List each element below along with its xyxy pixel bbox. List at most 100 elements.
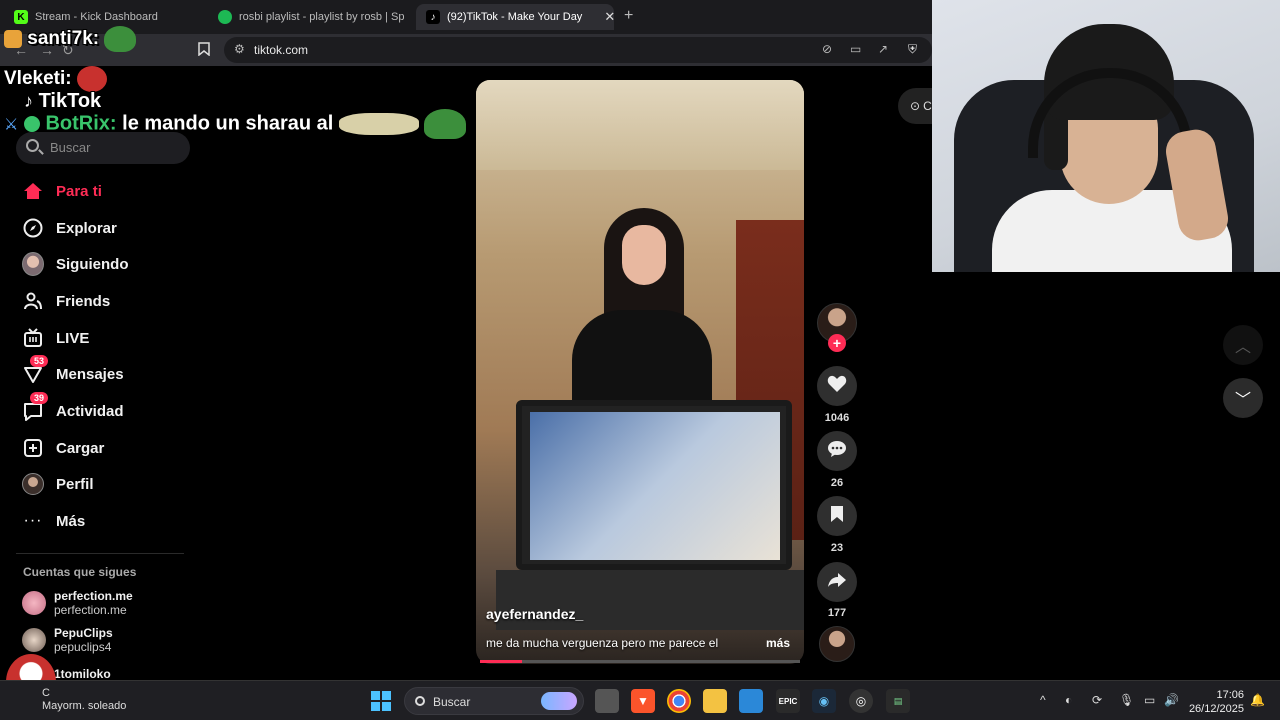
heart-icon [827, 375, 847, 398]
save-count: 23 [830, 542, 844, 554]
like-count: 1046 [824, 412, 850, 424]
search-icon [26, 139, 39, 152]
activity-badge: 39 [30, 392, 49, 404]
file-explorer-icon[interactable] [703, 689, 727, 713]
account-avatar [22, 591, 46, 615]
share-icon[interactable]: ↗ [878, 42, 888, 56]
next-video-button[interactable]: ﹀ [1223, 378, 1263, 418]
steam-icon[interactable]: ◉ [812, 689, 836, 713]
account-name: PepuClips [54, 626, 113, 640]
compass-icon [22, 217, 44, 239]
tab-title: rosbi playlist - playlist by rosb | Spot [239, 11, 404, 23]
tab-title: Stream - Kick Dashboard [35, 11, 158, 23]
brave-shield-icon[interactable]: ⛨ [908, 42, 917, 57]
discord-tray-icon[interactable]: ◐ [1065, 693, 1072, 707]
video-more-link[interactable]: más [766, 636, 790, 650]
video-player[interactable] [476, 80, 804, 664]
nav-perfil[interactable]: Perfil [22, 469, 94, 499]
browser-toolbar: ← → ↻ ⚙ tiktok.com ⊘ ▭ ↗ ⛨ [0, 34, 932, 66]
search-icon [415, 696, 425, 706]
sync-tray-icon[interactable]: ⟳ [1092, 693, 1102, 707]
microsoft-store-icon[interactable] [739, 689, 763, 713]
microphone-icon[interactable]: 🎙 [1119, 693, 1134, 707]
share-button[interactable] [817, 562, 857, 602]
screen: K Stream - Kick Dashboard rosbi playlist… [0, 0, 1280, 720]
video-person-face [622, 225, 666, 285]
notification-bell-icon[interactable]: 🔔 [1250, 693, 1265, 707]
nav-para-ti[interactable]: Para ti [22, 176, 102, 206]
search-highlight-icon [541, 692, 577, 710]
chat-user: Vleketi: [4, 68, 72, 90]
save-button[interactable] [817, 496, 857, 536]
coin-icon: ⊙ [910, 99, 921, 113]
share-arrow-icon [827, 572, 847, 593]
more-dots-icon: ··· [23, 512, 43, 529]
epic-games-icon[interactable]: EPIC [776, 689, 800, 713]
upload-icon [22, 437, 44, 459]
nav-mas[interactable]: ··· Más [22, 506, 86, 536]
follow-plus-button[interactable]: + [828, 334, 846, 352]
bookmark-icon[interactable] [198, 42, 210, 59]
tiktok-note-icon: ♪ [24, 91, 33, 111]
chat-line-1: santi7k: [4, 26, 137, 52]
tray-overflow-icon[interactable]: ^ [1040, 693, 1046, 707]
address-bar[interactable]: ⚙ tiktok.com ⊘ ▭ ↗ ⛨ [224, 37, 932, 63]
nav-actividad[interactable]: 39 Actividad [22, 392, 124, 426]
nav-cargar[interactable]: Cargar [22, 433, 104, 463]
nav-siguiendo[interactable]: Siguiendo [22, 249, 129, 279]
previous-video-button[interactable]: ︿ [1223, 325, 1263, 365]
nav-mensajes[interactable]: 53 Mensajes [22, 355, 124, 389]
pepe-emote-icon [424, 109, 467, 139]
task-view-icon[interactable] [595, 689, 619, 713]
santa-emote-icon [76, 66, 107, 92]
taskbar-search[interactable]: Buscar [404, 687, 584, 715]
app-icon[interactable]: ▤ [886, 689, 910, 713]
followed-account[interactable]: PepuClips pepuclips4 [22, 626, 113, 654]
comment-button[interactable] [817, 431, 857, 471]
cat-emote-icon [338, 113, 419, 135]
account-handle: pepuclips4 [54, 640, 112, 654]
followed-account[interactable]: perfection.me perfection.me [22, 589, 133, 617]
weather-temp: C [42, 687, 50, 699]
obs-icon[interactable]: ◎ [849, 689, 873, 713]
chat-user: santi7k: [27, 28, 100, 50]
webcam-overlay [932, 0, 1280, 272]
video-progress-bar[interactable] [480, 660, 800, 663]
chevron-up-icon: ︿ [1234, 339, 1251, 356]
cast-icon[interactable]: ▭ [850, 42, 861, 56]
sidebar-divider [16, 553, 184, 554]
like-button[interactable] [817, 366, 857, 406]
weather-widget[interactable]: C Mayorm. soleado [42, 687, 126, 713]
verified-badge-icon [23, 116, 40, 132]
profile-avatar-icon [22, 473, 44, 495]
account-handle: perfection.me [54, 603, 127, 617]
network-icon[interactable]: ▭ [1144, 693, 1155, 707]
system-clock[interactable]: 17:06 26/12/2025 [1188, 688, 1244, 716]
windows-start-icon[interactable] [369, 689, 393, 713]
nav-live[interactable]: LIVE [22, 323, 89, 353]
brave-browser-icon[interactable]: ▼ [631, 689, 655, 713]
video-username[interactable]: ayefernandez_ [486, 606, 583, 622]
tab-tiktok[interactable]: ♪ (92)TikTok - Make Your Day ✕ [416, 4, 614, 30]
nav-label: Cargar [56, 439, 105, 457]
tab-spotify[interactable]: rosbi playlist - playlist by rosb | Spot [218, 4, 404, 30]
nav-friends[interactable]: Friends [22, 286, 110, 316]
clock-date: 26/12/2025 [1188, 703, 1244, 715]
site-info-icon[interactable]: ⚙ [234, 42, 245, 56]
video-ceiling [476, 80, 804, 170]
coins-label: C [923, 99, 932, 113]
close-tab-icon[interactable]: ✕ [604, 9, 614, 25]
camera-blocked-icon[interactable]: ⊘ [822, 42, 832, 56]
new-tab-button[interactable]: + [624, 7, 633, 25]
chrome-icon[interactable] [667, 689, 691, 713]
windows-taskbar: C Mayorm. soleado Buscar ▼ EPIC ◉ ◎ ▤ ^ … [0, 680, 1280, 720]
volume-icon[interactable]: 🔊 [1164, 693, 1179, 707]
search-input[interactable]: Buscar [16, 132, 190, 164]
account-name: perfection.me [54, 589, 133, 603]
music-disc-avatar[interactable] [819, 626, 855, 662]
nav-label: Friends [56, 292, 111, 310]
tiktok-favicon-icon: ♪ [426, 10, 440, 24]
nav-label: Perfil [56, 475, 94, 493]
nav-explorar[interactable]: Explorar [22, 213, 117, 243]
following-section-title: Cuentas que sigues [23, 565, 137, 579]
